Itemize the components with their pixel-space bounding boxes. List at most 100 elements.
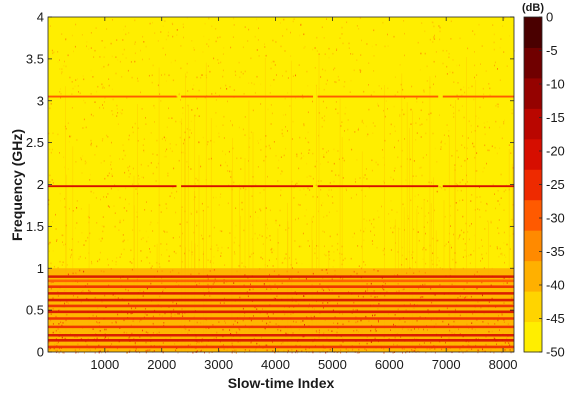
heatmap-speckle-cell: [371, 159, 373, 162]
heatmap-speckle-cell: [506, 282, 508, 284]
heatmap-speckle-cell: [228, 150, 230, 153]
heatmap-speckle-cell: [131, 268, 133, 271]
heatmap-speckle-cell: [206, 143, 208, 146]
heatmap-speckle-cell: [141, 176, 143, 178]
heatmap-speckle-cell: [68, 141, 70, 143]
heatmap-speckle-cell: [276, 258, 277, 260]
heatmap-speckle-cell: [352, 308, 354, 311]
heatmap-speckle-cell: [216, 244, 218, 246]
heatmap-speckle-cell: [59, 260, 61, 263]
heatmap-speckle-cell: [481, 45, 483, 47]
heatmap-speckle-cell: [100, 198, 101, 201]
heatmap-speckle-cell: [131, 307, 132, 310]
heatmap-speckle-cell: [183, 142, 184, 145]
heatmap-speckle-cell: [147, 165, 149, 167]
heatmap-speckle-cell: [370, 295, 372, 297]
heatmap-speckle-cell: [323, 253, 325, 256]
heatmap-speckle-cell: [358, 28, 360, 30]
heatmap-speckle-cell: [451, 283, 453, 286]
heatmap-speckle-cell: [420, 296, 422, 298]
heatmap-speckle-cell: [235, 349, 237, 352]
heatmap-speckle-cell: [242, 307, 244, 310]
heatmap-speckle-cell: [161, 282, 163, 284]
heatmap-speckle-cell: [432, 21, 434, 24]
heatmap-speckle-cell: [196, 342, 198, 345]
heatmap-speckle-cell: [426, 118, 428, 121]
heatmap-speckle-cell: [101, 40, 103, 42]
heatmap-speckle-cell: [143, 151, 145, 153]
heatmap-speckle-cell: [134, 122, 136, 125]
heatmap-speckle-cell: [498, 314, 499, 317]
heatmap-speckle-cell: [441, 348, 443, 351]
heatmap-speckle-cell: [477, 349, 479, 352]
heatmap-speckle-cell: [366, 178, 368, 180]
heatmap-speckle-cell: [373, 55, 375, 57]
heatmap-speckle-cell: [165, 155, 167, 158]
heatmap-speckle-cell: [370, 329, 372, 332]
heatmap-speckle-cell: [474, 33, 476, 36]
heatmap-speckle-cell: [57, 266, 59, 269]
heatmap-speckle-cell: [415, 175, 417, 177]
heatmap-speckle-cell: [219, 230, 221, 232]
heatmap-speckle-cell: [452, 258, 454, 261]
heatmap-speckle-cell: [500, 38, 502, 40]
heatmap-speckle-cell: [273, 270, 275, 272]
heatmap-speckle-cell: [59, 59, 60, 61]
heatmap-speckle-cell: [321, 117, 323, 119]
heatmap-speckle-cell: [206, 43, 208, 45]
heatmap-speckle-cell: [368, 84, 369, 86]
heatmap-speckle-cell: [170, 315, 172, 318]
heatmap-speckle-cell: [284, 257, 286, 259]
heatmap-speckle-cell: [356, 272, 358, 275]
heatmap-speckle-cell: [338, 79, 340, 81]
heatmap-speckle-cell: [195, 336, 197, 339]
heatmap-speckle-cell: [77, 78, 78, 80]
heatmap-speckle-cell: [444, 245, 446, 247]
heatmap-speckle-cell: [249, 137, 251, 139]
heatmap-speckle-cell: [446, 307, 448, 310]
heatmap-speckle-cell: [222, 150, 224, 153]
heatmap-speckle-cell: [153, 350, 155, 352]
heatmap-speckle-cell: [235, 207, 237, 209]
heatmap-speckle-cell: [176, 34, 178, 36]
colorbar-segment: [524, 47, 542, 79]
heatmap-speckle-cell: [498, 255, 500, 258]
heatmap-speckle-cell: [375, 330, 377, 332]
heatmap-speckle-cell: [346, 21, 348, 24]
heatmap-speckle-cell: [271, 112, 273, 115]
heatmap-speckle-cell: [180, 67, 182, 70]
y-tick-label: 4: [37, 10, 44, 25]
heatmap-speckle-cell: [117, 59, 119, 61]
heatmap-speckle-cell: [96, 222, 98, 224]
heatmap-speckle-cell: [448, 241, 449, 243]
heatmap-speckle-cell: [503, 209, 505, 211]
heatmap-speckle-cell: [409, 158, 411, 161]
heatmap-speckle-cell: [308, 149, 310, 151]
heatmap-speckle-cell: [242, 187, 244, 189]
heatmap-speckle-cell: [87, 236, 89, 239]
heatmap-speckle-cell: [167, 174, 169, 177]
heatmap-speckle-cell: [167, 31, 169, 34]
heatmap-speckle-cell: [326, 193, 328, 196]
heatmap-speckle-cell: [107, 337, 109, 339]
heatmap-speckle-cell: [276, 74, 277, 76]
heatmap-speckle-cell: [464, 146, 466, 149]
heatmap-speckle-cell: [67, 302, 69, 305]
heatmap-speckle-cell: [69, 135, 71, 138]
heatmap-speckle-cell: [445, 341, 446, 344]
heatmap-speckle-cell: [238, 126, 240, 129]
heatmap-speckle-cell: [367, 133, 369, 136]
heatmap-speckle-cell: [256, 49, 258, 51]
heatmap-speckle-cell: [78, 256, 80, 258]
heatmap-speckle-cell: [299, 136, 301, 139]
heatmap-speckle-cell: [289, 105, 291, 107]
heatmap-speckle-cell: [376, 296, 378, 298]
heatmap-speckle-cell: [470, 124, 472, 127]
heatmap-speckle-cell: [208, 158, 210, 160]
heatmap-speckle-cell: [416, 97, 418, 100]
heatmap-speckle-cell: [56, 240, 57, 242]
heatmap-speckle-cell: [191, 132, 192, 134]
heatmap-speckle-cell: [116, 108, 118, 110]
heatmap-speckle-cell: [360, 54, 362, 56]
heatmap-speckle-cell: [485, 70, 487, 72]
